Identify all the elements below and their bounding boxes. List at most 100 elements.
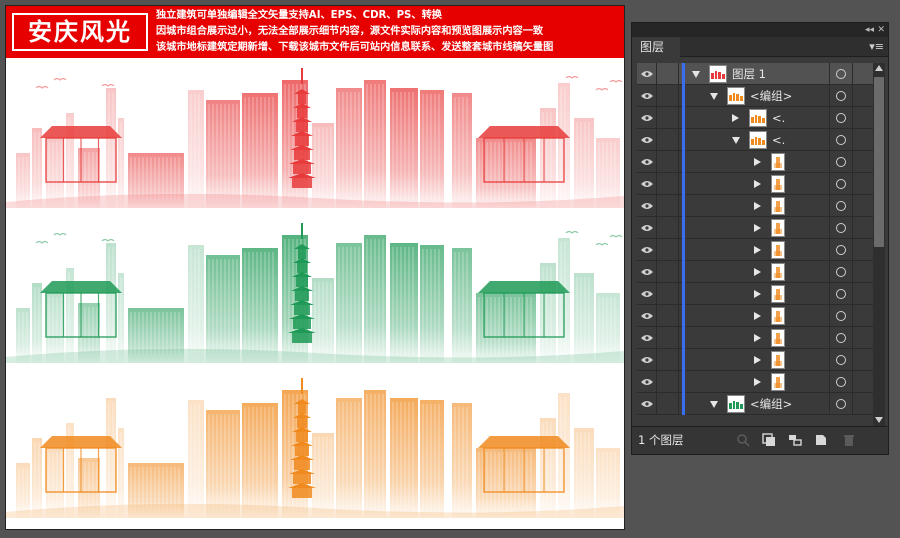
lock-toggle[interactable]: [657, 261, 679, 283]
visibility-eye-icon[interactable]: [637, 63, 657, 85]
double-chevron-left-icon[interactable]: ◂◂: [865, 24, 874, 36]
layers-panel[interactable]: ◂◂ ✕ 图层 ▾≡ 图层 1 <编组> <. <. <编组> 1 个图层: [631, 22, 889, 455]
create-sublayer-icon[interactable]: [788, 433, 802, 447]
visibility-eye-icon[interactable]: [637, 239, 657, 261]
object-row[interactable]: [637, 239, 873, 261]
expand-triangle-icon[interactable]: [754, 312, 761, 320]
scrollbar-thumb[interactable]: [874, 77, 884, 247]
expand-triangle-icon[interactable]: [754, 268, 761, 276]
target-circle-icon[interactable]: [829, 349, 851, 371]
lock-toggle[interactable]: [657, 305, 679, 327]
group-row[interactable]: <编组>: [637, 393, 873, 415]
group-row[interactable]: <.: [637, 107, 873, 129]
selection-indicator[interactable]: [852, 371, 873, 393]
target-circle-icon[interactable]: [829, 129, 851, 151]
target-circle-icon[interactable]: [829, 151, 851, 173]
visibility-eye-icon[interactable]: [637, 393, 657, 415]
collapse-triangle-icon[interactable]: [710, 93, 718, 100]
selection-indicator[interactable]: [852, 129, 873, 151]
expand-triangle-icon[interactable]: [754, 378, 761, 386]
selection-indicator[interactable]: [852, 151, 873, 173]
orange-strip-thumb[interactable]: [749, 109, 767, 127]
create-new-layer-icon[interactable]: [814, 433, 828, 447]
lock-toggle[interactable]: [657, 283, 679, 305]
orange-building-thumb[interactable]: [771, 219, 785, 237]
locate-object-icon[interactable]: [736, 433, 750, 447]
orange-building-thumb[interactable]: [771, 329, 785, 347]
object-row[interactable]: [637, 305, 873, 327]
visibility-eye-icon[interactable]: [637, 85, 657, 107]
selection-indicator[interactable]: [852, 393, 873, 415]
visibility-eye-icon[interactable]: [637, 327, 657, 349]
target-circle-icon[interactable]: [829, 283, 851, 305]
selection-indicator[interactable]: [852, 63, 873, 85]
target-circle-icon[interactable]: [829, 327, 851, 349]
artboard-canvas[interactable]: 安庆风光 独立建筑可单独编辑全文矢量支持AI、EPS、CDR、PS、转换 因城市…: [5, 5, 625, 530]
selection-indicator[interactable]: [852, 283, 873, 305]
target-circle-icon[interactable]: [829, 371, 851, 393]
target-circle-icon[interactable]: [829, 195, 851, 217]
selection-indicator[interactable]: [852, 305, 873, 327]
target-circle-icon[interactable]: [829, 261, 851, 283]
layer-list-scrollbar[interactable]: [873, 63, 885, 426]
orange-building-thumb[interactable]: [771, 197, 785, 215]
visibility-eye-icon[interactable]: [637, 283, 657, 305]
collapse-triangle-icon[interactable]: [710, 401, 718, 408]
selection-indicator[interactable]: [852, 107, 873, 129]
visibility-eye-icon[interactable]: [637, 261, 657, 283]
lock-toggle[interactable]: [657, 63, 679, 85]
layer-name-label[interactable]: <.: [772, 107, 785, 129]
orange-building-thumb[interactable]: [771, 241, 785, 259]
lock-toggle[interactable]: [657, 239, 679, 261]
object-row[interactable]: [637, 261, 873, 283]
orange-building-thumb[interactable]: [771, 285, 785, 303]
object-row[interactable]: [637, 371, 873, 393]
orange-building-thumb[interactable]: [771, 263, 785, 281]
skyline-illustrations[interactable]: [6, 58, 624, 528]
scroll-down-arrow-icon[interactable]: [875, 417, 883, 423]
object-row[interactable]: [637, 151, 873, 173]
selection-indicator[interactable]: [852, 239, 873, 261]
orange-building-thumb[interactable]: [771, 373, 785, 391]
lock-toggle[interactable]: [657, 107, 679, 129]
target-circle-icon[interactable]: [829, 393, 851, 415]
layer-list[interactable]: 图层 1 <编组> <. <. <编组>: [637, 63, 873, 426]
visibility-eye-icon[interactable]: [637, 107, 657, 129]
orange-skyline-thumb[interactable]: [727, 87, 745, 105]
group-row[interactable]: <编组>: [637, 85, 873, 107]
selection-indicator[interactable]: [852, 349, 873, 371]
lock-toggle[interactable]: [657, 173, 679, 195]
scroll-up-arrow-icon[interactable]: [875, 65, 883, 71]
layer-row[interactable]: 图层 1: [637, 63, 873, 85]
object-row[interactable]: [637, 349, 873, 371]
close-icon[interactable]: ✕: [877, 24, 885, 36]
skyline-band[interactable]: [6, 378, 624, 518]
target-circle-icon[interactable]: [829, 239, 851, 261]
visibility-eye-icon[interactable]: [637, 151, 657, 173]
orange-strip-thumb[interactable]: [749, 131, 767, 149]
artboard-area[interactable]: 安庆风光 独立建筑可单独编辑全文矢量支持AI、EPS、CDR、PS、转换 因城市…: [0, 0, 630, 538]
expand-triangle-icon[interactable]: [754, 202, 761, 210]
tab-layers[interactable]: 图层: [632, 37, 680, 57]
panel-title-bar[interactable]: ◂◂ ✕: [632, 23, 888, 37]
skyline-band[interactable]: [6, 223, 624, 363]
delete-layer-icon[interactable]: [842, 433, 856, 447]
skyline-band[interactable]: [6, 68, 624, 208]
orange-building-thumb[interactable]: [771, 153, 785, 171]
layer-name-label[interactable]: <.: [772, 129, 785, 151]
selection-indicator[interactable]: [852, 327, 873, 349]
make-clipping-mask-icon[interactable]: [762, 433, 776, 447]
collapse-triangle-icon[interactable]: [692, 71, 700, 78]
color-skyline-thumb[interactable]: [709, 65, 727, 83]
expand-triangle-icon[interactable]: [754, 180, 761, 188]
collapse-triangle-icon[interactable]: [732, 137, 740, 144]
object-row[interactable]: [637, 173, 873, 195]
target-circle-icon[interactable]: [829, 217, 851, 239]
lock-toggle[interactable]: [657, 195, 679, 217]
visibility-eye-icon[interactable]: [637, 129, 657, 151]
target-circle-icon[interactable]: [829, 305, 851, 327]
green-skyline-thumb[interactable]: [727, 395, 745, 413]
lock-toggle[interactable]: [657, 85, 679, 107]
selection-indicator[interactable]: [852, 85, 873, 107]
visibility-eye-icon[interactable]: [637, 217, 657, 239]
